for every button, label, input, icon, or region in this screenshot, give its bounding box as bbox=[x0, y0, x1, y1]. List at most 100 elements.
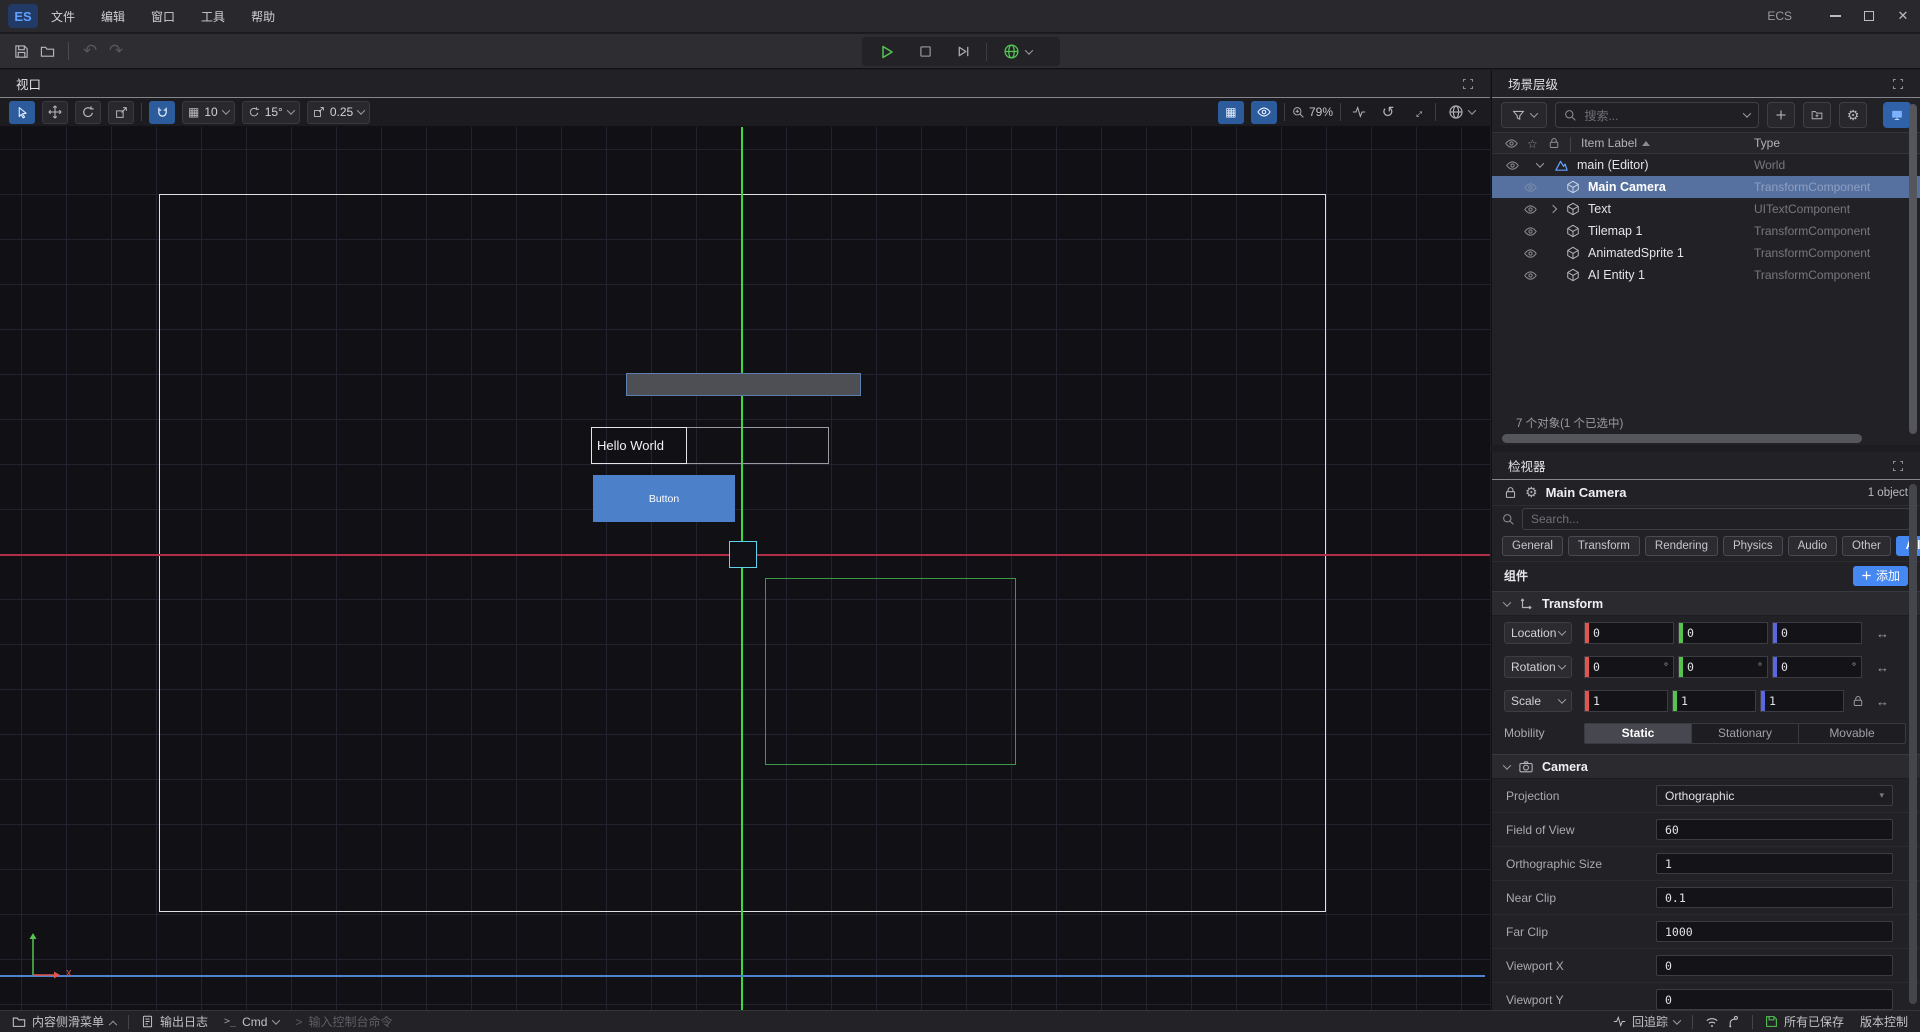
tab-transform[interactable]: Transform bbox=[1568, 536, 1640, 556]
move-tool-button[interactable] bbox=[42, 101, 68, 124]
eye-icon[interactable] bbox=[1524, 247, 1537, 260]
undo-button[interactable]: ↶ bbox=[77, 38, 103, 64]
horizontal-scrollbar[interactable] bbox=[1502, 434, 1862, 443]
add-entity-button[interactable] bbox=[1767, 102, 1795, 128]
expand-panel-icon[interactable] bbox=[1892, 78, 1904, 90]
step-frame-button[interactable] bbox=[948, 39, 978, 65]
stop-button[interactable] bbox=[910, 39, 940, 65]
viewport-world-dropdown[interactable] bbox=[1443, 101, 1480, 124]
eye-icon[interactable] bbox=[1524, 203, 1537, 216]
select-tool-button[interactable] bbox=[9, 101, 35, 124]
link-axes-icon[interactable]: ↔ bbox=[1876, 660, 1889, 675]
minimize-button[interactable] bbox=[1818, 0, 1852, 33]
scale-dropdown[interactable]: Scale bbox=[1504, 690, 1572, 712]
row-label[interactable]: AnimatedSprite 1 bbox=[1588, 246, 1684, 260]
chevron-down-icon[interactable] bbox=[1536, 159, 1544, 167]
transform-section-header[interactable]: Transform bbox=[1492, 591, 1920, 616]
location-dropdown[interactable]: Location bbox=[1504, 622, 1572, 644]
hierarchy-row-main-camera[interactable]: Main Camera TransformComponent bbox=[1492, 176, 1920, 198]
source-control-icon[interactable] bbox=[1727, 1011, 1748, 1032]
mobility-stationary[interactable]: Stationary bbox=[1692, 724, 1799, 743]
lock-scale-icon[interactable] bbox=[1852, 695, 1864, 707]
button-object[interactable]: Button bbox=[593, 475, 735, 522]
hierarchy-search-input[interactable]: 搜索... bbox=[1555, 102, 1759, 128]
expand-panel-icon[interactable] bbox=[1462, 78, 1474, 90]
scale-x-field[interactable]: 1 bbox=[1584, 690, 1668, 712]
rotation-x-field[interactable]: 0° bbox=[1584, 656, 1674, 678]
menu-help[interactable]: 帮助 bbox=[238, 0, 288, 33]
content-drawer-button[interactable]: 内容侧滑菜单 bbox=[4, 1011, 124, 1032]
run-target-dropdown[interactable] bbox=[995, 39, 1039, 65]
row-label[interactable]: Main Camera bbox=[1588, 180, 1666, 194]
zoom-control[interactable]: 79% bbox=[1292, 105, 1333, 119]
link-axes-icon[interactable]: ↔ bbox=[1876, 694, 1889, 709]
row-label[interactable]: Tilemap 1 bbox=[1588, 224, 1642, 238]
link-axes-icon[interactable]: ↔ bbox=[1876, 626, 1889, 641]
vertical-scrollbar[interactable] bbox=[1909, 104, 1917, 434]
near-clip-input[interactable]: 0.1 bbox=[1656, 887, 1893, 908]
scale-snap-dropdown[interactable]: 0.25 bbox=[307, 101, 370, 124]
output-log-button[interactable]: 输出日志 bbox=[133, 1011, 216, 1032]
favorite-column-icon[interactable]: ☆ bbox=[1527, 137, 1538, 151]
rotation-z-field[interactable]: 0° bbox=[1772, 656, 1862, 678]
network-status-icon[interactable] bbox=[1697, 1011, 1727, 1032]
menu-file[interactable]: 文件 bbox=[38, 0, 88, 33]
expand-panel-icon[interactable] bbox=[1892, 460, 1904, 472]
orthographic-size-input[interactable]: 1 bbox=[1656, 853, 1893, 874]
location-y-field[interactable]: 0 bbox=[1678, 622, 1768, 644]
eye-icon[interactable] bbox=[1524, 225, 1537, 238]
lock-icon[interactable] bbox=[1504, 486, 1517, 499]
scene-canvas[interactable]: Hello World Button x bbox=[0, 127, 1490, 1010]
hierarchy-row-tilemap[interactable]: Tilemap 1 TransformComponent bbox=[1492, 220, 1920, 242]
eye-icon[interactable] bbox=[1524, 181, 1537, 194]
grid-toggle-button[interactable]: ▦ bbox=[1218, 101, 1244, 124]
snap-toggle-button[interactable] bbox=[149, 101, 175, 124]
mobility-static[interactable]: Static bbox=[1585, 724, 1692, 743]
fit-view-button[interactable]: ↔ bbox=[1406, 101, 1428, 123]
add-component-button[interactable]: 添加 bbox=[1853, 566, 1908, 586]
open-folder-button[interactable] bbox=[34, 38, 60, 64]
reset-view-button[interactable]: ↺ bbox=[1377, 101, 1399, 123]
visibility-column-icon[interactable] bbox=[1505, 137, 1518, 150]
play-button[interactable] bbox=[872, 39, 902, 65]
chevron-right-icon[interactable] bbox=[1549, 205, 1557, 213]
row-label[interactable]: AI Entity 1 bbox=[1588, 268, 1645, 282]
save-button[interactable] bbox=[8, 38, 34, 64]
text-object[interactable]: Hello World bbox=[591, 427, 687, 464]
vertical-scrollbar[interactable] bbox=[1909, 484, 1917, 1004]
location-x-field[interactable]: 0 bbox=[1584, 622, 1674, 644]
row-label[interactable]: main (Editor) bbox=[1577, 158, 1649, 172]
hierarchy-row-ai-entity[interactable]: AI Entity 1 TransformComponent bbox=[1492, 264, 1920, 286]
menu-window[interactable]: 窗口 bbox=[138, 0, 188, 33]
scale-tool-button[interactable] bbox=[108, 101, 134, 124]
eye-icon[interactable] bbox=[1524, 269, 1537, 282]
tab-rendering[interactable]: Rendering bbox=[1645, 536, 1718, 556]
selected-camera-gizmo[interactable] bbox=[729, 541, 757, 568]
hierarchy-row-text[interactable]: Text UITextComponent bbox=[1492, 198, 1920, 220]
viewport-x-input[interactable]: 0 bbox=[1656, 955, 1893, 976]
lock-column-icon[interactable] bbox=[1548, 137, 1560, 149]
menu-edit[interactable]: 编辑 bbox=[88, 0, 138, 33]
tab-other[interactable]: Other bbox=[1842, 536, 1891, 556]
location-z-field[interactable]: 0 bbox=[1772, 622, 1862, 644]
redo-button[interactable]: ↷ bbox=[103, 38, 129, 64]
maximize-button[interactable] bbox=[1852, 0, 1886, 33]
tab-audio[interactable]: Audio bbox=[1788, 536, 1837, 556]
mobility-movable[interactable]: Movable bbox=[1799, 724, 1905, 743]
version-control-button[interactable]: 版本控制 bbox=[1852, 1011, 1916, 1032]
viewport-y-input[interactable]: 0 bbox=[1656, 989, 1893, 1010]
scale-z-field[interactable]: 1 bbox=[1760, 690, 1844, 712]
display-mode-button[interactable] bbox=[1883, 102, 1911, 128]
rotate-tool-button[interactable] bbox=[75, 101, 101, 124]
stats-toggle-button[interactable] bbox=[1348, 101, 1370, 123]
angle-snap-dropdown[interactable]: 15° bbox=[242, 101, 300, 124]
scale-y-field[interactable]: 1 bbox=[1672, 690, 1756, 712]
camera-section-header[interactable]: Camera bbox=[1492, 754, 1920, 779]
column-type[interactable]: Type bbox=[1754, 136, 1780, 150]
tab-general[interactable]: General bbox=[1502, 536, 1563, 556]
filter-dropdown[interactable] bbox=[1501, 102, 1547, 128]
rotation-dropdown[interactable]: Rotation bbox=[1504, 656, 1572, 678]
visibility-toggle-button[interactable] bbox=[1251, 101, 1277, 124]
row-label[interactable]: Text bbox=[1588, 202, 1611, 216]
text-object-bounds[interactable]: Hello World bbox=[591, 427, 829, 464]
